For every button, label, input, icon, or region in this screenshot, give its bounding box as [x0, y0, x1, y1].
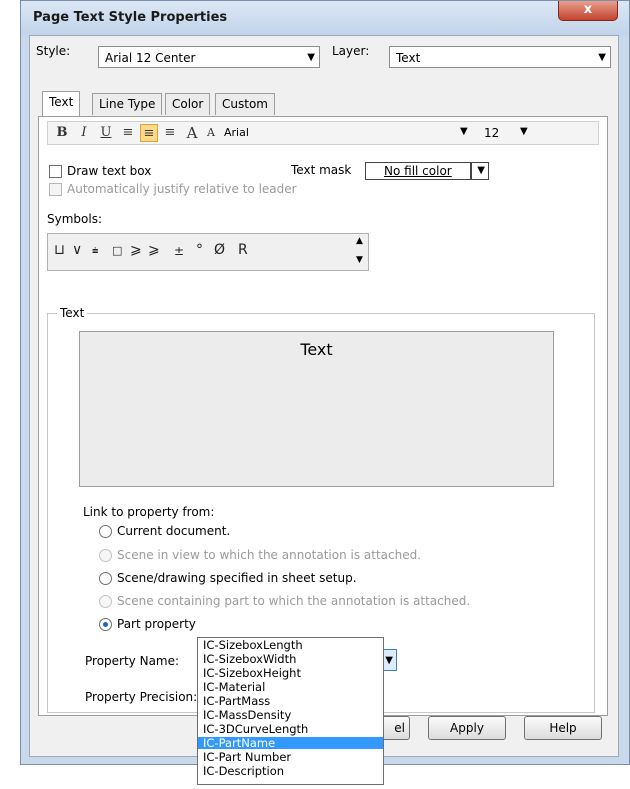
chevron-down-icon: ▼ [598, 52, 606, 63]
symbols-label: Symbols: [47, 212, 102, 226]
scroll-down-icon[interactable]: ▼ [356, 255, 363, 265]
apply-button[interactable]: Apply [428, 716, 506, 740]
underline-button[interactable]: U [98, 124, 114, 142]
font-size-value[interactable]: 12 [484, 126, 499, 140]
chevron-down-icon[interactable]: ▼ [460, 126, 468, 137]
symbol-item[interactable]: □ [112, 244, 122, 257]
font-larger-icon[interactable]: A [184, 124, 200, 142]
radio-label: Part property [117, 617, 196, 631]
list-item[interactable]: IC-MassDensity [198, 709, 383, 721]
help-button-label: Help [549, 721, 577, 735]
chevron-down-icon: ▼ [477, 165, 485, 176]
list-item[interactable]: IC-SizeboxWidth [198, 653, 383, 665]
list-item[interactable]: IC-Description [198, 765, 383, 777]
scroll-up-icon[interactable]: ▲ [356, 236, 363, 246]
property-name-label: Property Name: [85, 654, 180, 668]
radio-label: Scene containing part to which the annot… [117, 594, 471, 608]
link-property-label: Link to property from: [83, 505, 215, 519]
list-item-selected[interactable]: IC-PartName [198, 737, 383, 749]
layer-label: Layer: [332, 44, 370, 58]
symbol-item[interactable]: ° [196, 242, 203, 258]
text-preview: Text [300, 340, 333, 359]
help-button[interactable]: Help [524, 716, 602, 740]
text-mask-label: Text mask [291, 163, 352, 177]
draw-text-box-label: Draw text box [67, 164, 152, 178]
bold-button[interactable]: B [54, 124, 70, 142]
radio-label: Scene/drawing specified in sheet setup. [117, 571, 357, 585]
layer-value: Text [396, 51, 421, 65]
radio-scene-drawing[interactable] [99, 572, 112, 585]
symbol-item[interactable]: Ø [214, 242, 225, 258]
window-title: Page Text Style Properties [33, 10, 228, 25]
style-label: Style: [36, 44, 71, 58]
font-name-value[interactable]: Arial [224, 126, 249, 139]
cancel-button-label: el [394, 721, 405, 735]
radio-label: Scene in view to which the annotation is… [117, 548, 422, 562]
align-left-button[interactable]: ≡ [120, 124, 136, 142]
tab-label: Line Type [99, 97, 156, 111]
apply-button-label: Apply [450, 721, 484, 735]
tab-label: Text [49, 95, 74, 109]
symbol-item[interactable]: ∨ [72, 242, 82, 258]
list-item[interactable]: IC-SizeboxHeight [198, 667, 383, 679]
list-item[interactable]: IC-Material [198, 681, 383, 693]
list-item[interactable]: IC-Part Number [198, 751, 383, 763]
symbol-item[interactable]: ⩧ [92, 244, 98, 258]
italic-button[interactable]: I [76, 124, 92, 142]
text-mask-select[interactable]: No fill color [365, 162, 471, 180]
property-precision-label: Property Precision: [85, 690, 198, 704]
text-mask-dropdown-button[interactable]: ▼ [471, 162, 489, 180]
property-name-dropdown-list: IC-SizeboxLength IC-SizeboxWidth IC-Size… [197, 637, 384, 785]
chevron-down-icon: ▼ [385, 655, 393, 666]
auto-justify-label: Automatically justify relative to leader [67, 182, 297, 196]
symbols-palette: ⊔ ∨ ⩧ □ ⩾ ⩾ ± ° Ø R ▲ ▼ [47, 233, 369, 271]
style-select[interactable]: Arial 12 Center ▼ [98, 46, 320, 68]
symbol-item[interactable]: ⩾ [148, 242, 160, 258]
symbol-item[interactable]: ± [174, 244, 184, 258]
format-toolbar: B I U ≡ ≡ ≡ A A Arial ▼ 12 ▼ [47, 121, 599, 145]
radio-scene-in-view[interactable] [99, 549, 112, 562]
symbols-scrollbar[interactable]: ▲ ▼ [354, 236, 368, 268]
chevron-down-icon: ▼ [307, 52, 315, 63]
tab-label: Custom [222, 97, 268, 111]
symbol-item[interactable]: ⊔ [54, 242, 65, 258]
list-item[interactable]: IC-3DCurveLength [198, 723, 383, 735]
chevron-down-icon[interactable]: ▼ [520, 126, 528, 137]
symbol-item[interactable]: R [238, 242, 248, 258]
tab-label: Color [172, 97, 204, 111]
radio-current-document[interactable] [99, 525, 112, 538]
tab-color[interactable]: Color [165, 93, 211, 115]
align-right-button[interactable]: ≡ [162, 124, 178, 142]
radio-part-property[interactable] [99, 618, 112, 631]
tab-custom[interactable]: Custom [215, 93, 275, 115]
draw-text-box-checkbox[interactable] [49, 165, 62, 178]
layer-select[interactable]: Text ▼ [389, 46, 611, 68]
title-bar[interactable]: Page Text Style Properties x [21, 1, 629, 35]
style-value: Arial 12 Center [105, 51, 196, 65]
align-center-button[interactable]: ≡ [140, 124, 158, 142]
symbol-item[interactable]: ⩾ [130, 242, 142, 258]
radio-scene-containing-part[interactable] [99, 595, 112, 608]
tab-line-type[interactable]: Line Type [92, 93, 163, 115]
tab-text[interactable]: Text [42, 91, 81, 116]
radio-label: Current document. [117, 524, 231, 538]
text-input-area[interactable]: Text [79, 331, 554, 487]
text-group-legend: Text [57, 306, 88, 320]
font-smaller-icon[interactable]: A [204, 124, 218, 142]
list-item[interactable]: IC-PartMass [198, 695, 383, 707]
text-mask-value: No fill color [384, 164, 452, 178]
text-tab-panel: B I U ≡ ≡ ≡ A A Arial ▼ 12 ▼ Draw text b… [38, 116, 608, 716]
list-item[interactable]: IC-SizeboxLength [198, 639, 383, 651]
close-icon: x [583, 2, 593, 17]
auto-justify-checkbox[interactable] [49, 183, 62, 196]
close-button[interactable]: x [558, 1, 618, 21]
